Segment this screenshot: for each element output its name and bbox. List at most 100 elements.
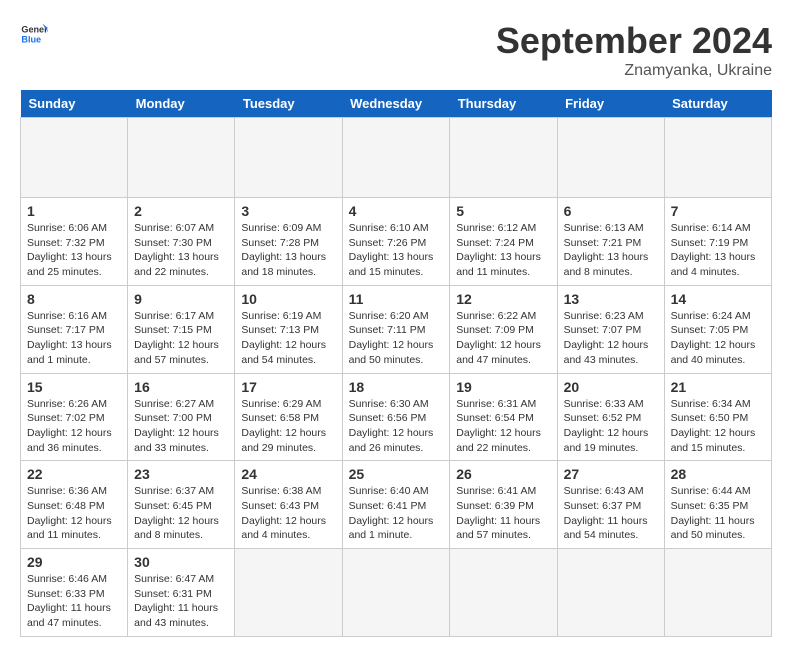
weekday-header-cell: Sunday — [21, 90, 128, 118]
day-info: Sunrise: 6:43 AMSunset: 6:37 PMDaylight:… — [564, 485, 648, 541]
calendar-day-cell: 20 Sunrise: 6:33 AMSunset: 6:52 PMDaylig… — [557, 373, 664, 461]
day-info: Sunrise: 6:29 AMSunset: 6:58 PMDaylight:… — [241, 398, 326, 454]
day-info: Sunrise: 6:17 AMSunset: 7:15 PMDaylight:… — [134, 310, 219, 366]
calendar-day-cell: 14 Sunrise: 6:24 AMSunset: 7:05 PMDaylig… — [664, 285, 771, 373]
day-info: Sunrise: 6:47 AMSunset: 6:31 PMDaylight:… — [134, 573, 218, 629]
calendar-day-cell: 16 Sunrise: 6:27 AMSunset: 7:00 PMDaylig… — [128, 373, 235, 461]
calendar-day-cell: 23 Sunrise: 6:37 AMSunset: 6:45 PMDaylig… — [128, 461, 235, 549]
weekday-header-cell: Wednesday — [342, 90, 450, 118]
calendar-day-cell: 13 Sunrise: 6:23 AMSunset: 7:07 PMDaylig… — [557, 285, 664, 373]
calendar-table: SundayMondayTuesdayWednesdayThursdayFrid… — [20, 90, 772, 637]
day-info: Sunrise: 6:16 AMSunset: 7:17 PMDaylight:… — [27, 310, 112, 366]
calendar-day-cell: 30 Sunrise: 6:47 AMSunset: 6:31 PMDaylig… — [128, 549, 235, 637]
day-number: 30 — [134, 554, 228, 570]
logo: General Blue — [20, 20, 48, 48]
day-number: 2 — [134, 203, 228, 219]
day-number: 5 — [456, 203, 550, 219]
day-info: Sunrise: 6:24 AMSunset: 7:05 PMDaylight:… — [671, 310, 756, 366]
day-info: Sunrise: 6:37 AMSunset: 6:45 PMDaylight:… — [134, 485, 219, 541]
day-info: Sunrise: 6:30 AMSunset: 6:56 PMDaylight:… — [349, 398, 434, 454]
calendar-day-cell — [664, 118, 771, 198]
day-number: 9 — [134, 291, 228, 307]
calendar-day-cell: 27 Sunrise: 6:43 AMSunset: 6:37 PMDaylig… — [557, 461, 664, 549]
calendar-day-cell — [557, 549, 664, 637]
calendar-day-cell: 11 Sunrise: 6:20 AMSunset: 7:11 PMDaylig… — [342, 285, 450, 373]
day-number: 16 — [134, 379, 228, 395]
calendar-day-cell — [557, 118, 664, 198]
calendar-day-cell: 6 Sunrise: 6:13 AMSunset: 7:21 PMDayligh… — [557, 198, 664, 286]
day-info: Sunrise: 6:12 AMSunset: 7:24 PMDaylight:… — [456, 222, 541, 278]
day-info: Sunrise: 6:07 AMSunset: 7:30 PMDaylight:… — [134, 222, 219, 278]
weekday-header-cell: Saturday — [664, 90, 771, 118]
day-info: Sunrise: 6:10 AMSunset: 7:26 PMDaylight:… — [349, 222, 434, 278]
day-number: 11 — [349, 291, 444, 307]
day-info: Sunrise: 6:38 AMSunset: 6:43 PMDaylight:… — [241, 485, 326, 541]
day-info: Sunrise: 6:44 AMSunset: 6:35 PMDaylight:… — [671, 485, 755, 541]
calendar-day-cell: 8 Sunrise: 6:16 AMSunset: 7:17 PMDayligh… — [21, 285, 128, 373]
calendar-day-cell — [450, 549, 557, 637]
calendar-day-cell: 18 Sunrise: 6:30 AMSunset: 6:56 PMDaylig… — [342, 373, 450, 461]
svg-text:Blue: Blue — [21, 34, 41, 44]
day-info: Sunrise: 6:40 AMSunset: 6:41 PMDaylight:… — [349, 485, 434, 541]
weekday-header-cell: Tuesday — [235, 90, 342, 118]
calendar-day-cell — [21, 118, 128, 198]
day-number: 25 — [349, 466, 444, 482]
calendar-body: 1 Sunrise: 6:06 AMSunset: 7:32 PMDayligh… — [21, 118, 772, 637]
day-number: 1 — [27, 203, 121, 219]
day-number: 10 — [241, 291, 335, 307]
calendar-week-row: 1 Sunrise: 6:06 AMSunset: 7:32 PMDayligh… — [21, 198, 772, 286]
location-subtitle: Znamyanka, Ukraine — [496, 62, 772, 80]
day-info: Sunrise: 6:14 AMSunset: 7:19 PMDaylight:… — [671, 222, 756, 278]
day-number: 3 — [241, 203, 335, 219]
day-info: Sunrise: 6:20 AMSunset: 7:11 PMDaylight:… — [349, 310, 434, 366]
month-title: September 2024 — [496, 20, 772, 62]
day-number: 20 — [564, 379, 658, 395]
calendar-day-cell — [664, 549, 771, 637]
weekday-header-cell: Friday — [557, 90, 664, 118]
calendar-day-cell — [128, 118, 235, 198]
day-info: Sunrise: 6:09 AMSunset: 7:28 PMDaylight:… — [241, 222, 326, 278]
day-info: Sunrise: 6:33 AMSunset: 6:52 PMDaylight:… — [564, 398, 649, 454]
day-info: Sunrise: 6:23 AMSunset: 7:07 PMDaylight:… — [564, 310, 649, 366]
day-info: Sunrise: 6:06 AMSunset: 7:32 PMDaylight:… — [27, 222, 112, 278]
calendar-week-row: 15 Sunrise: 6:26 AMSunset: 7:02 PMDaylig… — [21, 373, 772, 461]
day-number: 19 — [456, 379, 550, 395]
day-number: 15 — [27, 379, 121, 395]
calendar-day-cell — [450, 118, 557, 198]
calendar-day-cell: 9 Sunrise: 6:17 AMSunset: 7:15 PMDayligh… — [128, 285, 235, 373]
day-number: 21 — [671, 379, 765, 395]
page-header: General Blue September 2024 Znamyanka, U… — [20, 20, 772, 80]
day-number: 28 — [671, 466, 765, 482]
calendar-day-cell: 3 Sunrise: 6:09 AMSunset: 7:28 PMDayligh… — [235, 198, 342, 286]
day-number: 4 — [349, 203, 444, 219]
calendar-day-cell: 12 Sunrise: 6:22 AMSunset: 7:09 PMDaylig… — [450, 285, 557, 373]
calendar-day-cell: 10 Sunrise: 6:19 AMSunset: 7:13 PMDaylig… — [235, 285, 342, 373]
day-number: 13 — [564, 291, 658, 307]
day-number: 8 — [27, 291, 121, 307]
calendar-day-cell: 4 Sunrise: 6:10 AMSunset: 7:26 PMDayligh… — [342, 198, 450, 286]
calendar-day-cell: 5 Sunrise: 6:12 AMSunset: 7:24 PMDayligh… — [450, 198, 557, 286]
calendar-day-cell — [235, 118, 342, 198]
calendar-day-cell — [235, 549, 342, 637]
calendar-week-row: 29 Sunrise: 6:46 AMSunset: 6:33 PMDaylig… — [21, 549, 772, 637]
day-info: Sunrise: 6:19 AMSunset: 7:13 PMDaylight:… — [241, 310, 326, 366]
day-number: 23 — [134, 466, 228, 482]
day-number: 14 — [671, 291, 765, 307]
day-number: 22 — [27, 466, 121, 482]
calendar-day-cell: 1 Sunrise: 6:06 AMSunset: 7:32 PMDayligh… — [21, 198, 128, 286]
day-number: 24 — [241, 466, 335, 482]
day-info: Sunrise: 6:36 AMSunset: 6:48 PMDaylight:… — [27, 485, 112, 541]
day-number: 29 — [27, 554, 121, 570]
calendar-day-cell: 7 Sunrise: 6:14 AMSunset: 7:19 PMDayligh… — [664, 198, 771, 286]
day-info: Sunrise: 6:27 AMSunset: 7:00 PMDaylight:… — [134, 398, 219, 454]
calendar-day-cell: 15 Sunrise: 6:26 AMSunset: 7:02 PMDaylig… — [21, 373, 128, 461]
calendar-day-cell: 28 Sunrise: 6:44 AMSunset: 6:35 PMDaylig… — [664, 461, 771, 549]
day-info: Sunrise: 6:31 AMSunset: 6:54 PMDaylight:… — [456, 398, 541, 454]
weekday-header-row: SundayMondayTuesdayWednesdayThursdayFrid… — [21, 90, 772, 118]
title-area: September 2024 Znamyanka, Ukraine — [496, 20, 772, 80]
day-info: Sunrise: 6:46 AMSunset: 6:33 PMDaylight:… — [27, 573, 111, 629]
day-info: Sunrise: 6:26 AMSunset: 7:02 PMDaylight:… — [27, 398, 112, 454]
calendar-week-row: 8 Sunrise: 6:16 AMSunset: 7:17 PMDayligh… — [21, 285, 772, 373]
calendar-day-cell: 21 Sunrise: 6:34 AMSunset: 6:50 PMDaylig… — [664, 373, 771, 461]
calendar-day-cell: 17 Sunrise: 6:29 AMSunset: 6:58 PMDaylig… — [235, 373, 342, 461]
